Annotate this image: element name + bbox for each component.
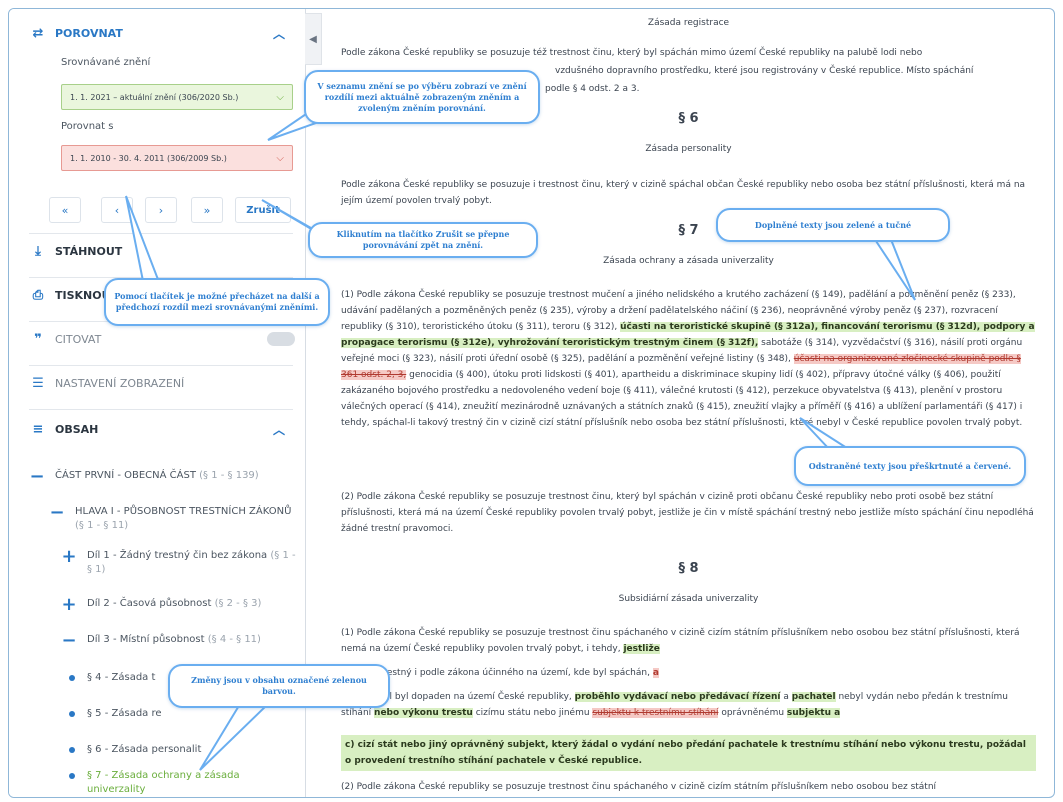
app-frame: ⇄ POROVNAT ︿ Srovnávané znění 1. 1. 2021… bbox=[8, 8, 1055, 798]
compare-to-value: 1. 1. 2010 - 30. 4. 2011 (306/2009 Sb.) bbox=[70, 153, 227, 163]
contents-title: OBSAH bbox=[55, 422, 99, 436]
contents-section-header[interactable]: ≡ OBSAH ︿ bbox=[29, 415, 293, 443]
list-icon: ≡ bbox=[32, 421, 44, 437]
compare-title: POROVNAT bbox=[55, 26, 123, 40]
compared-version-value: 1. 1. 2021 – aktuální znění (306/2020 Sb… bbox=[70, 92, 239, 102]
paragraph: (1) Podle zákona České republiky se posu… bbox=[341, 628, 1020, 654]
toc-label: ČÁST PRVNÍ - OBECNÁ ČÁST (§ 1 - § 139) bbox=[55, 470, 259, 481]
chevron-up-icon[interactable]: ︿ bbox=[273, 25, 285, 42]
paragraph: b) pachatel byl dopaden na území České r… bbox=[341, 692, 1008, 718]
first-diff-button[interactable]: « bbox=[49, 197, 81, 223]
added-text: subjektu a bbox=[786, 708, 841, 718]
paragraph: (2) Podle zákona České republiky se posu… bbox=[341, 782, 937, 792]
compare-to-label: Porovnat s bbox=[61, 121, 114, 132]
callout-cancel: Kliknutím na tlačítko Zrušit se přepne p… bbox=[308, 222, 538, 258]
chevron-down-icon: ⌵ bbox=[276, 152, 284, 164]
section-number: § 8 bbox=[678, 561, 699, 576]
added-text: nebo výkonu trestu bbox=[374, 708, 473, 718]
toc-label: § 5 - Zásada re bbox=[87, 708, 162, 719]
minus-icon[interactable]: − bbox=[29, 468, 45, 486]
divider bbox=[29, 233, 293, 234]
toc-item[interactable]: + Díl 2 - Časová působnost (§ 2 - § 3) bbox=[61, 596, 297, 614]
chevron-down-icon: ⌵ bbox=[276, 91, 284, 103]
cancel-compare-button[interactable]: Zrušit bbox=[235, 197, 291, 223]
compare-to-select[interactable]: 1. 1. 2010 - 30. 4. 2011 (306/2009 Sb.) … bbox=[61, 145, 293, 171]
compared-version-select[interactable]: 1. 1. 2021 – aktuální znění (306/2020 Sb… bbox=[61, 84, 293, 110]
added-text: pachatel bbox=[791, 692, 836, 702]
callout-nav-buttons: Pomocí tlačítek je možné přecházet na da… bbox=[104, 278, 330, 326]
callout-compare-list: V seznamu znění se po výběru zobrazí ve … bbox=[304, 70, 540, 124]
added-text: proběhlo vydávací nebo předávací řízení bbox=[574, 692, 781, 702]
bullet bbox=[69, 675, 75, 681]
bullet bbox=[69, 747, 75, 753]
minus-icon[interactable]: − bbox=[49, 504, 65, 522]
prev-diff-button[interactable]: ‹ bbox=[101, 197, 133, 223]
toc-item[interactable]: − HLAVA I - PŮSOBNOST TRESTNÍCH ZÁKONŮ (… bbox=[49, 504, 297, 533]
paragraph: a) čin je trestný i podle zákona účinnéh… bbox=[341, 668, 659, 678]
cite-label: CITOVAT bbox=[55, 332, 102, 346]
plus-icon[interactable]: + bbox=[61, 596, 77, 614]
section-title: Zásada personality bbox=[645, 144, 732, 154]
toc-label: § 7 - Zásada ochrany a zásada univerzali… bbox=[87, 770, 240, 795]
callout-removed: Odstraněné texty jsou přeškrtnuté a červ… bbox=[794, 446, 1026, 486]
paragraph: vzdušného dopravního prostředku, které j… bbox=[555, 66, 974, 76]
paragraph: podle § 4 odst. 2 a 3. bbox=[545, 84, 640, 94]
plus-icon[interactable]: + bbox=[61, 548, 77, 566]
chevron-up-icon[interactable]: ︿ bbox=[273, 421, 285, 438]
divider bbox=[29, 409, 293, 410]
compared-version-label: Srovnávané znění bbox=[61, 57, 151, 68]
toc-label: Díl 3 - Místní působnost (§ 4 - § 11) bbox=[87, 634, 261, 645]
display-settings-label: NASTAVENÍ ZOBRAZENÍ bbox=[55, 376, 185, 390]
section-title: Subsidiární zásada univerzality bbox=[618, 594, 759, 604]
added-text: jestliže bbox=[623, 644, 660, 654]
toc-label: § 6 - Zásada personalit bbox=[87, 744, 202, 755]
download-label: STÁHNOUT bbox=[55, 244, 123, 258]
quote-icon: ❞ bbox=[34, 331, 42, 347]
callout-toc-changes: Změny jsou v obsahu označené zelenou bar… bbox=[168, 664, 390, 708]
toc-label: Díl 2 - Časová působnost (§ 2 - § 3) bbox=[87, 598, 262, 609]
paragraph: (1) Podle zákona České republiky se posu… bbox=[341, 290, 1035, 428]
toc-item[interactable]: § 5 - Zásada re bbox=[69, 707, 297, 721]
compare-section-header[interactable]: ⇄ POROVNAT ︿ bbox=[29, 19, 293, 47]
toc-item[interactable]: + Díl 1 - Žádný trestný čin bez zákona (… bbox=[61, 548, 297, 577]
section-subtitle: Zásada registrace bbox=[647, 18, 730, 28]
next-diff-button[interactable]: › bbox=[145, 197, 177, 223]
removed-text: a bbox=[652, 668, 659, 678]
removed-text: subjektu k trestnímu stíhání bbox=[592, 708, 719, 718]
collapse-sidebar-button[interactable]: ◀ bbox=[305, 13, 322, 65]
cite-button[interactable]: ❞ CITOVAT bbox=[29, 325, 293, 353]
paragraph: Podle zákona České republiky se posuzuje… bbox=[341, 180, 1026, 206]
callout-added: Doplněné texty jsou zelené a tučné bbox=[716, 208, 950, 242]
paragraph: (2) Podle zákona České republiky se posu… bbox=[341, 492, 1034, 534]
download-button[interactable]: ⤓ STÁHNOUT bbox=[29, 237, 293, 265]
display-settings-button[interactable]: ☰ NASTAVENÍ ZOBRAZENÍ bbox=[29, 369, 293, 397]
added-paragraph: c) cizí stát nebo jiný oprávněný subjekt… bbox=[341, 735, 1036, 771]
divider bbox=[29, 365, 293, 366]
last-diff-button[interactable]: » bbox=[191, 197, 223, 223]
toc-label: HLAVA I - PŮSOBNOST TRESTNÍCH ZÁKONŮ (§ … bbox=[75, 506, 292, 531]
printer-icon: ⎙ bbox=[32, 287, 44, 303]
toc-label: § 4 - Zásada t bbox=[87, 672, 156, 683]
sliders-icon: ☰ bbox=[32, 375, 44, 391]
cite-toggle[interactable] bbox=[267, 332, 295, 346]
paragraph: Podle zákona České republiky se posuzuje… bbox=[341, 48, 923, 58]
minus-icon[interactable]: − bbox=[61, 632, 77, 650]
download-icon: ⤓ bbox=[35, 243, 41, 259]
toc-label: Díl 1 - Žádný trestný čin bez zákona (§ … bbox=[87, 550, 296, 575]
bullet bbox=[69, 711, 75, 717]
compare-arrows-icon: ⇄ bbox=[32, 25, 44, 41]
toc-item[interactable]: − ČÁST PRVNÍ - OBECNÁ ČÁST (§ 1 - § 139) bbox=[29, 468, 297, 486]
toc-item[interactable]: § 6 - Zásada personalit bbox=[69, 743, 297, 757]
toc-item-changed[interactable]: § 7 - Zásada ochrany a zásada univerzali… bbox=[69, 769, 249, 797]
chevron-left-icon: ◀ bbox=[309, 33, 317, 45]
toc-item[interactable]: − Díl 3 - Místní působnost (§ 4 - § 11) bbox=[61, 632, 297, 650]
bullet bbox=[69, 773, 75, 779]
document-pane: Zásada registrace Podle zákona České rep… bbox=[325, 9, 1054, 797]
